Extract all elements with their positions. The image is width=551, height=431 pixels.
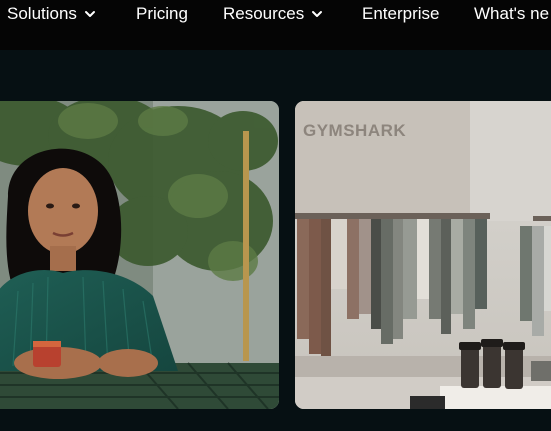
chevron-down-icon [312,11,323,17]
nav-label-pricing: Pricing [136,4,188,23]
nav-label-solutions: Solutions [7,4,77,23]
store-photo-card[interactable]: GYMSHARK [295,101,551,409]
nav-item-whats-new[interactable]: What's ne [474,4,549,24]
nav-item-pricing[interactable]: Pricing [136,4,188,24]
nav-label-resources: Resources [223,4,305,23]
store-sign-text: GYMSHARK [303,121,406,140]
store-interior-image: GYMSHARK [295,101,551,409]
hero-showcase: GYMSHARK [0,50,551,431]
nav-item-resources[interactable]: Resources [223,4,324,24]
chevron-down-icon [84,11,95,17]
nav-label-enterprise: Enterprise [362,4,440,23]
customer-portrait-image [0,101,279,409]
nav-item-solutions[interactable]: Solutions [7,4,97,24]
nav-item-enterprise[interactable]: Enterprise [362,4,439,24]
customer-photo-card[interactable] [0,101,279,409]
top-navigation: Solutions Pricing Resources Enterprise W… [0,0,551,50]
nav-label-whats-new: What's ne [474,4,550,23]
